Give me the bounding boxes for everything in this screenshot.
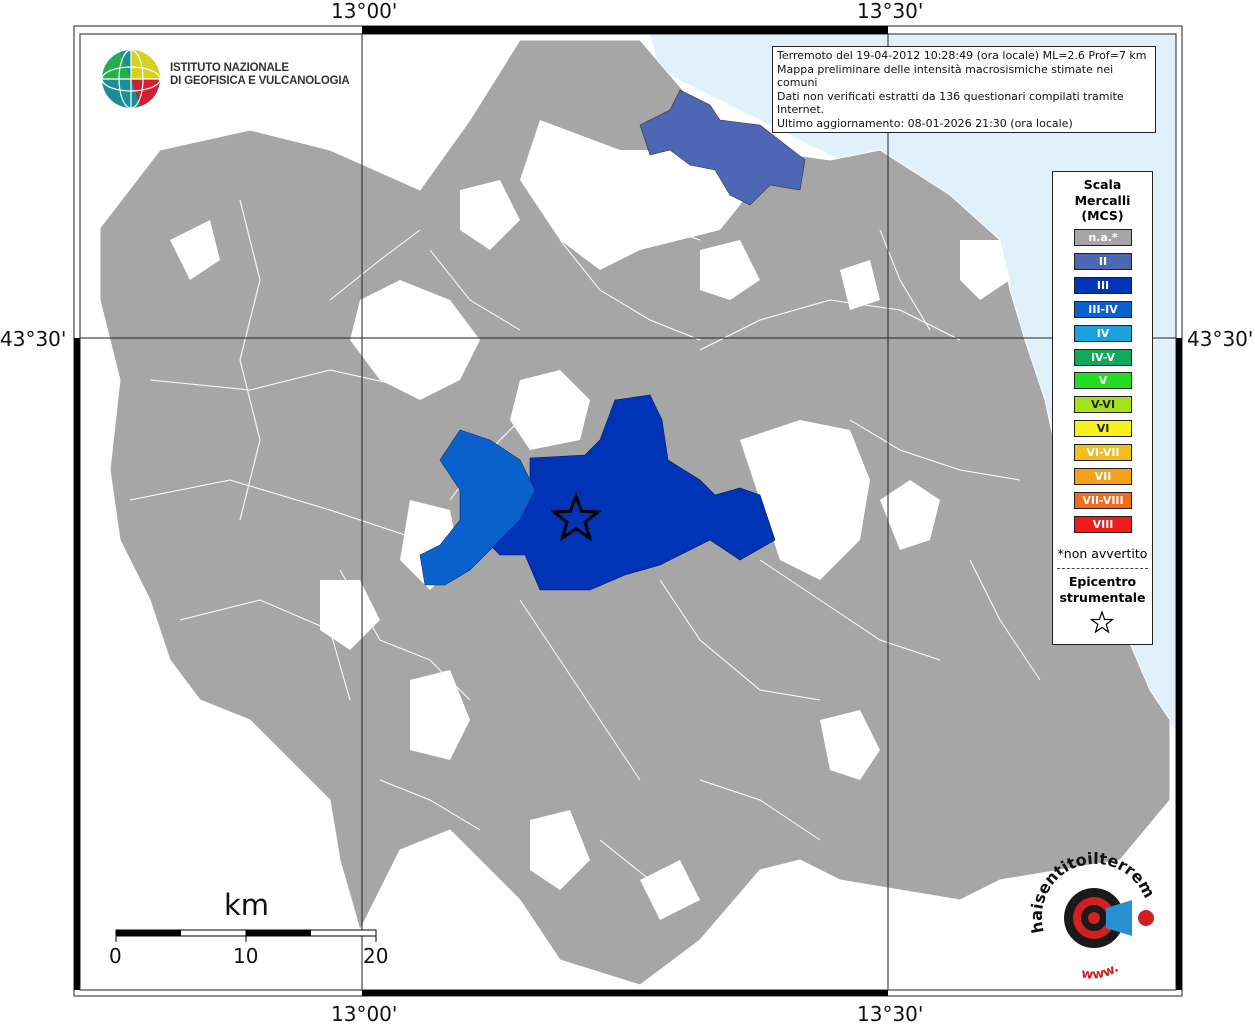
info-line-source: Dati non verificati estratti da 136 ques… [777, 89, 1124, 117]
scale-tick-20: 20 [363, 944, 389, 968]
haisentito-logo-www: www. [1080, 961, 1121, 982]
event-info-box: Terremoto del 19-04-2012 10:28:49 (ora l… [772, 46, 1156, 133]
legend-star-icon [1089, 610, 1115, 634]
scale-bar [115, 929, 377, 942]
legend-title: Scala Mercalli (MCS) [1053, 177, 1152, 224]
lon-label-bottom-1330: 13°30' [857, 1002, 924, 1026]
scale-tick-0: 0 [109, 944, 122, 968]
legend-epicenter-line-2: strumentale [1059, 589, 1146, 605]
legend-swatch-iii: III [1074, 276, 1132, 294]
lon-label-bottom-1300: 13°00' [331, 1002, 398, 1026]
legend-separator [1057, 568, 1148, 569]
svg-text:www.: www. [1080, 961, 1121, 982]
legend-swatch-n-a: n.a.* [1074, 229, 1132, 246]
info-line-updated: Ultimo aggiornamento: 08-01-2026 21:30 (… [777, 116, 1073, 130]
haisentito-logo: haisentitoilterremoto.it www. [1026, 852, 1159, 982]
legend-swatch-v-vi: V-VI [1074, 396, 1132, 414]
legend-title-line-3: (MCS) [1081, 208, 1124, 223]
legend-swatch-iii-iv: III-IV [1074, 300, 1132, 318]
lon-label-top-1330: 13°30' [857, 0, 924, 23]
legend-swatch-v: V [1074, 372, 1132, 390]
legend-swatch-vi: VI [1074, 420, 1132, 438]
legend-swatch-vi-vii: VI-VII [1074, 444, 1132, 462]
lat-label-left-4330: 43°30' [0, 327, 67, 351]
ingv-logo-line-2: DI GEOFISICA E VULCANOLOGIA [170, 75, 350, 87]
scale-unit-label: km [224, 888, 270, 922]
legend-epicenter-line-1: Epicentro [1068, 574, 1137, 589]
lat-label-right-4330: 43°30' [1187, 327, 1254, 351]
legend-epicenter-label: Epicentro strumentale [1053, 574, 1152, 605]
ingv-logo-line-1: ISTITUTO NAZIONALE [170, 62, 289, 74]
ingv-globe-logo [101, 49, 161, 109]
ingv-logo-text: ISTITUTO NAZIONALE DI GEOFISICA E VULCAN… [170, 62, 350, 88]
lon-label-top-1300: 13°00' [331, 0, 398, 23]
info-line-event: Terremoto del 19-04-2012 10:28:49 (ora l… [777, 49, 1147, 62]
legend-note: *non avvertito [1057, 546, 1148, 561]
legend-swatch-vii: VII [1074, 468, 1132, 485]
legend-swatch-viii: VIII [1074, 515, 1132, 533]
legend-swatch-vii-viii: VII-VIII [1074, 491, 1132, 509]
legend-swatch-ii: II [1074, 252, 1132, 270]
mcs-legend: Scala Mercalli (MCS) n.a.* II III III-IV IV I… [1052, 171, 1153, 645]
legend-swatch-iv-v: IV-V [1074, 348, 1132, 366]
info-line-description: Mappa preliminare delle intensità macros… [777, 62, 1114, 90]
scale-tick-10: 10 [233, 944, 259, 968]
legend-title-line-2: Mercalli [1074, 192, 1131, 208]
legend-title-line-1: Scala [1083, 177, 1122, 192]
legend-swatch-iv: IV [1074, 324, 1132, 342]
